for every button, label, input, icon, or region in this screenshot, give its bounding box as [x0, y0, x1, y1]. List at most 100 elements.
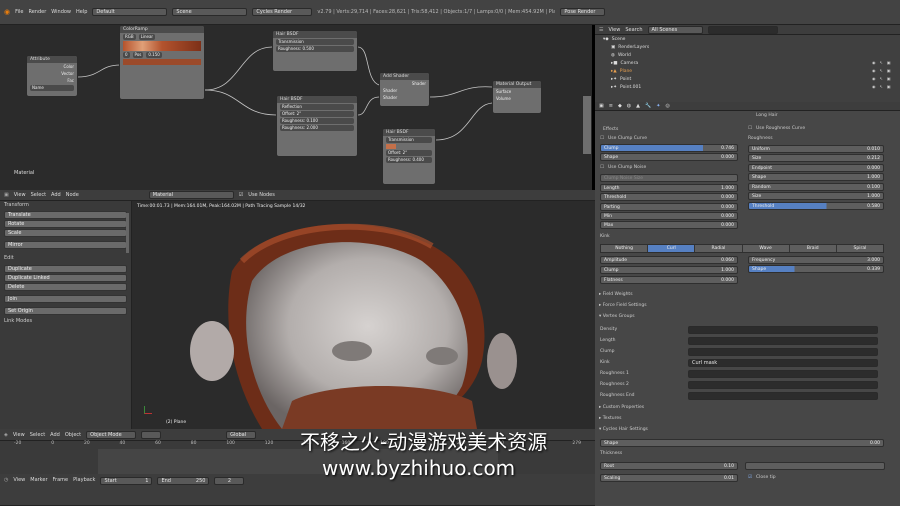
- vg-roughness-end-field[interactable]: [688, 392, 878, 400]
- textures-section[interactable]: ▸ Textures: [597, 414, 887, 423]
- hair-offset[interactable]: Offset: 2°: [280, 111, 354, 117]
- mode-selector[interactable]: Object Mode: [86, 430, 137, 439]
- outliner-item-point[interactable]: ▸✦ Point: [603, 75, 900, 83]
- eye-icon[interactable]: ◉: [872, 84, 876, 89]
- outliner-filter[interactable]: All Scenes: [647, 25, 703, 34]
- endpoint-field[interactable]: Endpoint 0.000: [748, 164, 884, 172]
- hair-roughness[interactable]: Roughness: 0.400: [386, 157, 432, 163]
- random-threshold-field[interactable]: Threshold 0.580: [748, 202, 884, 210]
- vg-length-field[interactable]: [688, 337, 878, 345]
- menu-add[interactable]: Add: [51, 192, 61, 198]
- random-field[interactable]: Random 0.100: [748, 183, 884, 191]
- end-frame-field[interactable]: End 250: [157, 477, 210, 485]
- vg-roughness2-field[interactable]: [688, 381, 878, 389]
- outliner-search-field[interactable]: [707, 25, 778, 34]
- kink-tab-curl[interactable]: Curl: [648, 245, 696, 252]
- translate-button[interactable]: Translate: [4, 211, 127, 219]
- vg-clump-field[interactable]: [688, 348, 878, 356]
- menu-help[interactable]: Help: [76, 9, 87, 15]
- force-field-section[interactable]: ▸ Force Field Settings: [597, 301, 887, 310]
- scene-tab-icon[interactable]: ◆: [618, 103, 622, 109]
- clump-noise-size-field[interactable]: Clump Noise Size: [600, 174, 738, 182]
- mirror-button[interactable]: Mirror: [4, 241, 127, 249]
- object-tab-icon[interactable]: ▲: [636, 103, 640, 109]
- scene-selector[interactable]: Scene: [172, 8, 248, 16]
- hair-component[interactable]: Transmission: [276, 39, 354, 45]
- hair-bsdf-node-1[interactable]: Hair BSDF Transmission Roughness: 0.500: [272, 30, 358, 72]
- color-ramp-gradient[interactable]: [123, 41, 201, 51]
- kink-tab-radial[interactable]: Radial: [695, 245, 743, 252]
- particles-tab-icon[interactable]: ✦: [656, 103, 660, 109]
- engine-selector[interactable]: Cycles Render: [252, 8, 313, 16]
- ramp-stop-color[interactable]: [123, 59, 201, 65]
- outliner[interactable]: ▾◆ Scene ▣ RenderLayers ◍ World ▸■ Camera ▸▲…: [595, 35, 900, 102]
- header-icon[interactable]: ▣: [4, 192, 9, 198]
- outliner-menu-view[interactable]: View: [608, 27, 620, 33]
- outliner-menu-search[interactable]: Search: [625, 27, 642, 33]
- custom-properties-section[interactable]: ▸ Custom Properties: [597, 403, 887, 412]
- node-editor[interactable]: Attribute Color Vector Fac Name ColorRam…: [0, 25, 592, 190]
- hair-roughness-v[interactable]: Roughness: 2.000: [280, 125, 354, 131]
- parting-field[interactable]: Parting 0.000: [600, 203, 738, 211]
- render-tab-icon[interactable]: ▣: [599, 103, 604, 109]
- hair-shape-field[interactable]: Shape 0.00: [600, 439, 884, 447]
- field-weights-section[interactable]: ▸ Field Weights: [597, 290, 887, 299]
- hair-roughness-u[interactable]: Roughness: 0.100: [280, 118, 354, 124]
- scaling-field[interactable]: Scaling 0.01: [600, 474, 738, 482]
- outliner-item-camera[interactable]: ▸■ Camera: [603, 59, 900, 67]
- outliner-item-world[interactable]: ◍ World: [603, 51, 900, 59]
- menu-select[interactable]: Select: [31, 192, 46, 198]
- node-field[interactable]: Name: [30, 85, 74, 91]
- orientation-selector[interactable]: Global: [226, 430, 257, 439]
- vg-density-field[interactable]: [688, 326, 878, 334]
- menu-node[interactable]: Node: [66, 192, 79, 198]
- ramp-color-mode[interactable]: RGB: [123, 34, 136, 40]
- current-frame-field[interactable]: 2: [214, 477, 245, 485]
- min-field[interactable]: Min 0.000: [600, 212, 738, 220]
- tool-shelf-scrollbar[interactable]: [126, 213, 129, 253]
- delete-button[interactable]: Delete: [4, 283, 127, 291]
- menu-object[interactable]: Object: [65, 432, 81, 438]
- hair-bsdf-node-3[interactable]: Hair BSDF Transmission Offset: 2° Roughn…: [382, 128, 436, 185]
- menu-file[interactable]: File: [15, 9, 23, 15]
- attribute-node[interactable]: Attribute Color Vector Fac Name: [26, 55, 78, 97]
- menu-add-2[interactable]: Add: [50, 432, 60, 438]
- kink-clump-field[interactable]: Clump 1.000: [600, 266, 738, 274]
- kink-tab-spiral[interactable]: Spiral: [836, 245, 884, 252]
- kink-shape-field[interactable]: Shape 0.339: [748, 265, 884, 273]
- hair-bsdf-node-2[interactable]: Hair BSDF Reflection Offset: 2° Roughnes…: [276, 95, 358, 157]
- modifier-tab-icon[interactable]: 🔧: [645, 103, 651, 109]
- cursor-icon[interactable]: ↖: [880, 60, 883, 65]
- eye-icon[interactable]: ◉: [872, 68, 876, 73]
- menu-select-2[interactable]: Select: [30, 432, 45, 438]
- use-clump-checkbox[interactable]: ☐: [600, 136, 604, 141]
- uniform-field[interactable]: Uniform 0.010: [748, 145, 884, 153]
- menu-window[interactable]: Window: [51, 9, 71, 15]
- scale-button[interactable]: Scale: [4, 229, 127, 237]
- menu-view-3[interactable]: View: [13, 477, 25, 483]
- amplitude-field[interactable]: Amplitude 0.060: [600, 256, 738, 264]
- render-icon[interactable]: ▣: [887, 60, 891, 65]
- menu-marker[interactable]: Marker: [30, 477, 47, 483]
- duplicate-linked-button[interactable]: Duplicate Linked: [4, 274, 127, 282]
- set-origin-button[interactable]: Set Origin: [4, 307, 127, 315]
- ramp-stop-index[interactable]: 0: [123, 52, 130, 58]
- visibility-toggles[interactable]: ◉ ↖ ▣: [872, 68, 892, 73]
- random-size-field[interactable]: Size 1.000: [748, 192, 884, 200]
- outliner-editor-icon[interactable]: ☰: [599, 27, 603, 33]
- hair-roughness[interactable]: Roughness: 0.500: [276, 46, 354, 52]
- menu-playback[interactable]: Playback: [73, 477, 95, 483]
- visibility-toggles[interactable]: ◉ ↖ ▣: [872, 76, 892, 81]
- shading-selector[interactable]: [141, 430, 162, 439]
- kink-tab-braid[interactable]: Braid: [789, 245, 837, 252]
- render-icon[interactable]: ▣: [887, 84, 891, 89]
- outliner-item-plane[interactable]: ▸▲ Plane: [603, 67, 900, 75]
- length-field[interactable]: Length 1.000: [600, 184, 738, 192]
- material-output-node[interactable]: Material Output Surface Volume: [492, 80, 542, 114]
- hair-offset[interactable]: Offset: 2°: [386, 150, 432, 156]
- editor-type-icon[interactable]: ◈: [4, 432, 8, 438]
- rotate-button[interactable]: Rotate: [4, 220, 127, 228]
- visibility-toggles[interactable]: ◉ ↖ ▣: [872, 84, 892, 89]
- visibility-toggles[interactable]: ◉ ↖ ▣: [872, 60, 892, 65]
- menu-view[interactable]: View: [14, 192, 26, 198]
